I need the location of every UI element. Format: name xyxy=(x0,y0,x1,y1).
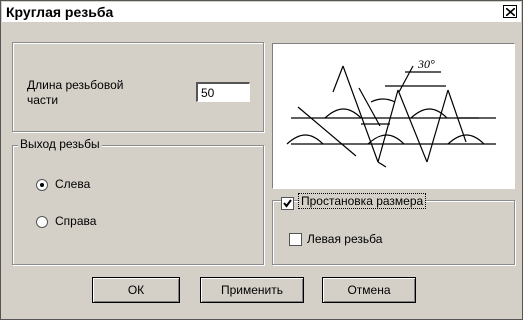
thread-preview: 30° xyxy=(272,43,515,189)
left-thread-checkbox[interactable] xyxy=(289,233,302,246)
cancel-button[interactable]: Отмена xyxy=(322,277,416,303)
ok-button[interactable]: ОК xyxy=(92,277,180,303)
thread-profile-drawing: 30° xyxy=(286,57,496,168)
apply-button[interactable]: Применить xyxy=(200,277,304,303)
dimension-checkbox[interactable] xyxy=(281,197,294,210)
thread-exit-group xyxy=(12,145,264,265)
checkmark-icon xyxy=(283,199,292,208)
thread-exit-title: Выход резьбы xyxy=(18,137,102,151)
title-bar: Круглая резьба xyxy=(2,2,521,22)
angle-label: 30° xyxy=(417,57,435,71)
left-thread-label[interactable]: Левая резьба xyxy=(307,232,382,246)
dimension-checkbox-label[interactable]: Простановка размера xyxy=(298,193,427,209)
length-input[interactable] xyxy=(196,82,250,102)
radio-left[interactable] xyxy=(36,179,48,191)
radio-selected-dot xyxy=(40,183,44,187)
close-button[interactable] xyxy=(503,5,517,18)
radio-right-label[interactable]: Справа xyxy=(55,214,96,228)
length-label-line1: Длина резьбовой xyxy=(27,78,124,92)
window-title: Круглая резьба xyxy=(6,4,114,20)
close-icon xyxy=(506,8,515,16)
length-label-line2: части xyxy=(27,93,59,107)
length-label: Длина резьбовой части xyxy=(27,78,123,108)
radio-right[interactable] xyxy=(36,216,48,228)
radio-left-label[interactable]: Слева xyxy=(55,177,90,191)
